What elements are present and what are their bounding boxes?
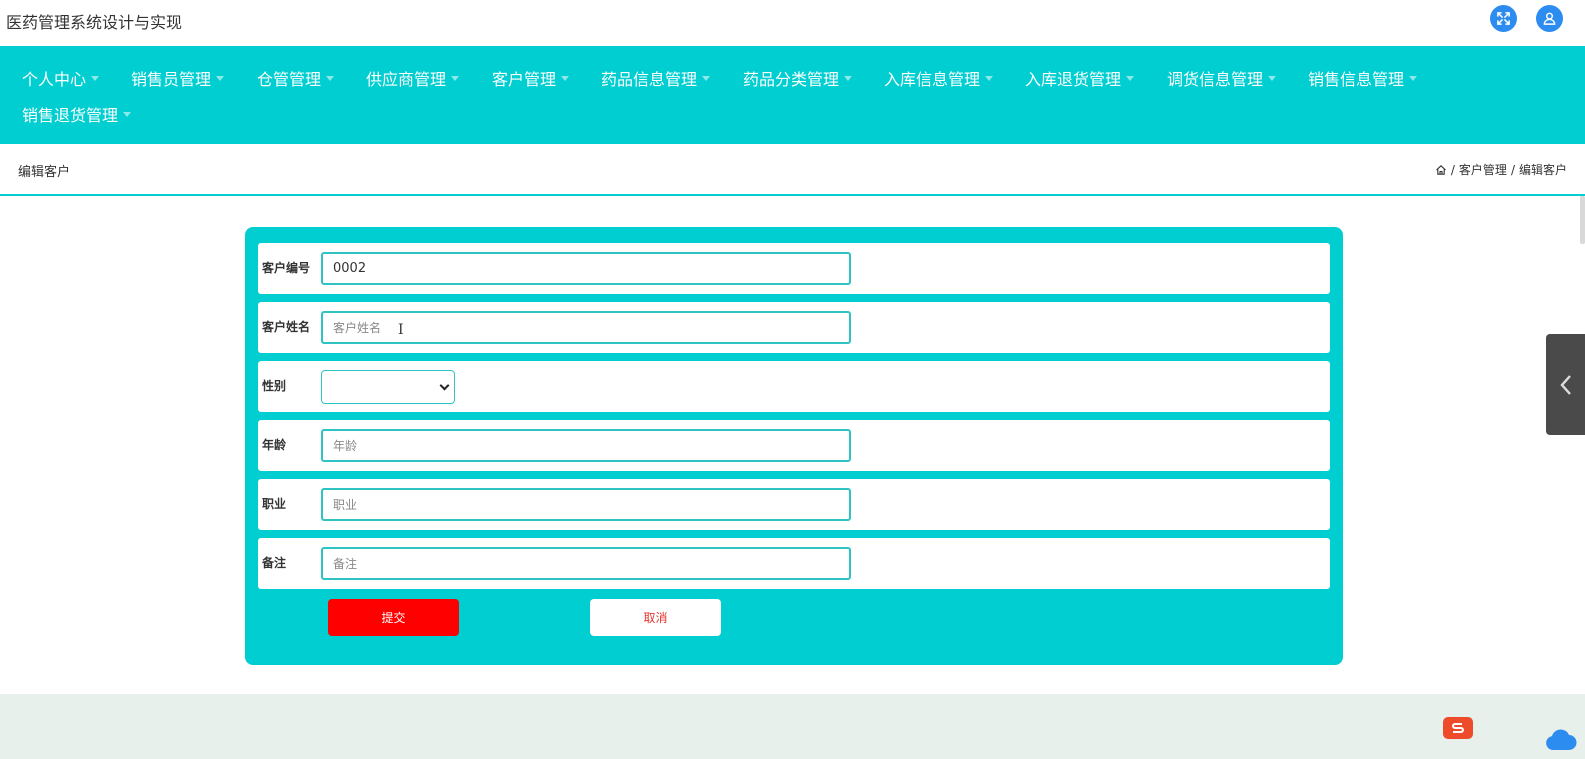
form-row-customer-id: 客户编号 — [258, 243, 1330, 294]
app-title: 医药管理系统设计与实现 — [6, 13, 183, 32]
nav-item-salesperson[interactable]: 销售员管理 — [131, 66, 225, 90]
nav-item-drug-category[interactable]: 药品分类管理 — [743, 66, 853, 90]
page-header: 编辑客户 / 客户管理 / 编辑客户 — [0, 144, 1585, 196]
s-logo-icon — [1452, 723, 1464, 733]
form-row-gender: 性别 — [258, 361, 1330, 412]
field-label: 年龄 — [262, 438, 287, 452]
caret-down-icon — [1268, 76, 1277, 81]
fullscreen-button[interactable] — [1490, 5, 1517, 32]
top-bar: 医药管理系统设计与实现 — [0, 0, 1585, 46]
home-icon[interactable] — [1435, 164, 1447, 176]
customer-id-input[interactable] — [321, 252, 851, 285]
side-panel-toggle[interactable] — [1546, 334, 1585, 435]
expand-icon — [1497, 12, 1510, 25]
caret-down-icon — [1126, 76, 1135, 81]
floating-widget-logo[interactable] — [1443, 717, 1473, 739]
breadcrumb: / 客户管理 / 编辑客户 — [1435, 161, 1567, 178]
field-label: 备注 — [262, 556, 287, 570]
cloud-icon[interactable] — [1545, 728, 1577, 752]
age-input[interactable] — [321, 429, 851, 462]
text-cursor-icon: I — [398, 322, 404, 338]
nav-item-supplier[interactable]: 供应商管理 — [366, 66, 460, 90]
caret-down-icon — [451, 76, 460, 81]
cancel-button[interactable]: 取消 — [590, 599, 721, 636]
remarks-input[interactable] — [321, 547, 851, 580]
nav-item-stock-return[interactable]: 入库退货管理 — [1025, 66, 1135, 90]
occupation-input[interactable] — [321, 488, 851, 521]
form-row-occupation: 职业 — [258, 479, 1330, 530]
form-row-customer-name: 客户姓名 — [258, 302, 1330, 353]
user-icon — [1543, 12, 1556, 25]
edit-customer-form: 客户编号 客户姓名 性别 年龄 职业 备注 提交 取消 — [245, 227, 1343, 665]
field-label: 职业 — [262, 497, 287, 511]
caret-down-icon — [561, 76, 570, 81]
caret-down-icon — [844, 76, 853, 81]
main-nav: 个人中心 销售员管理 仓管管理 供应商管理 客户管理 药品信息管理 药品分类管理… — [0, 46, 1585, 144]
user-button[interactable] — [1536, 5, 1563, 32]
scrollbar[interactable] — [1580, 196, 1585, 244]
form-row-age: 年龄 — [258, 420, 1330, 471]
chevron-left-icon — [1559, 374, 1571, 395]
nav-item-transfer[interactable]: 调货信息管理 — [1167, 66, 1277, 90]
caret-down-icon — [91, 76, 100, 81]
nav-item-drug-info[interactable]: 药品信息管理 — [601, 66, 711, 90]
caret-down-icon — [1409, 76, 1418, 81]
field-label: 性别 — [262, 379, 287, 393]
caret-down-icon — [216, 76, 225, 81]
chevron-down-icon — [439, 380, 450, 391]
breadcrumb-current: 编辑客户 — [1518, 163, 1567, 177]
footer — [0, 694, 1585, 759]
page-title: 编辑客户 — [18, 165, 71, 180]
nav-item-customer[interactable]: 客户管理 — [492, 66, 570, 90]
nav-item-warehouse-keeper[interactable]: 仓管管理 — [257, 66, 335, 90]
nav-item-sales-return[interactable]: 销售退货管理 — [22, 102, 132, 126]
field-label: 客户编号 — [262, 261, 311, 275]
caret-down-icon — [702, 76, 711, 81]
breadcrumb-separator: / — [1450, 162, 1455, 177]
form-row-remarks: 备注 — [258, 538, 1330, 589]
caret-down-icon — [985, 76, 994, 81]
breadcrumb-separator: / — [1510, 162, 1515, 177]
nav-item-sales-info[interactable]: 销售信息管理 — [1308, 66, 1418, 90]
gender-select[interactable] — [321, 370, 455, 404]
field-label: 客户姓名 — [262, 320, 311, 334]
nav-item-personal-center[interactable]: 个人中心 — [22, 66, 100, 90]
caret-down-icon — [123, 112, 132, 117]
caret-down-icon — [326, 76, 335, 81]
breadcrumb-section[interactable]: 客户管理 — [1459, 161, 1507, 178]
submit-button[interactable]: 提交 — [328, 599, 459, 636]
nav-item-stock-in[interactable]: 入库信息管理 — [884, 66, 994, 90]
